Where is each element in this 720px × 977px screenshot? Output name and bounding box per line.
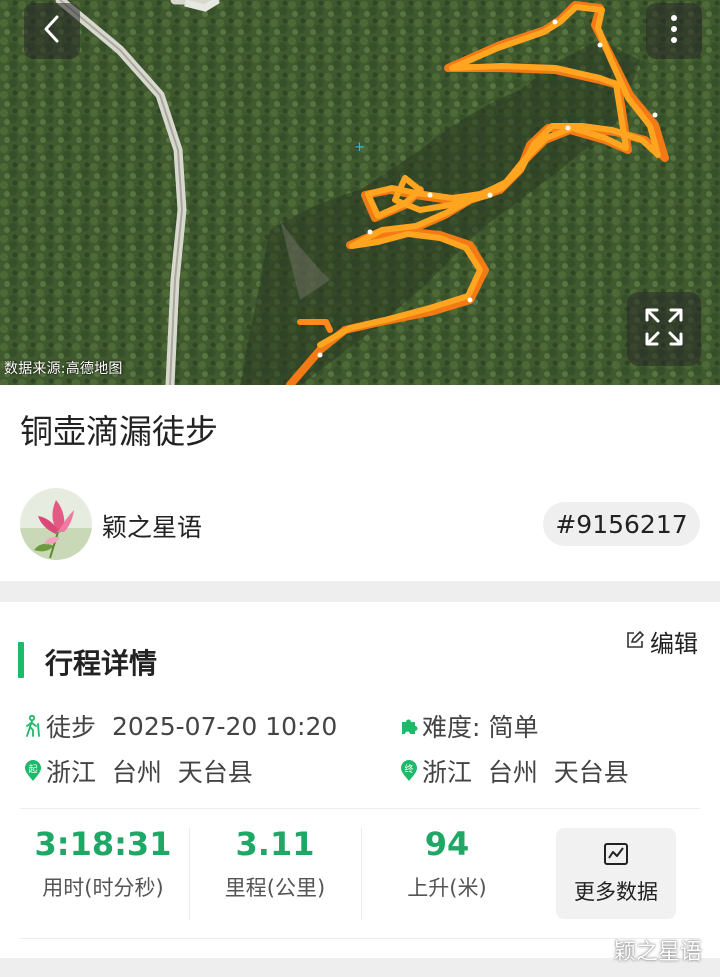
trip-header-card: 铜壶滴漏徒步 颖之星语 #9156217 xyxy=(0,385,720,581)
difficulty-value: 简单 xyxy=(488,713,539,742)
trip-detail-card: 行程详情 编辑 徒步 2025-07-20 10:20 难度: 简单 起 浙江 … xyxy=(0,602,720,958)
stat-duration: 3:18:31 用时(时分秒) xyxy=(18,825,188,902)
fullscreen-button[interactable] xyxy=(627,292,701,366)
back-button[interactable] xyxy=(24,3,80,59)
back-icon xyxy=(41,14,63,48)
more-data-button[interactable]: 更多数据 xyxy=(556,828,676,919)
trip-detail-page: + 数据来源:高德地图 铜壶滴漏徒步 颖之星语 #9156217 行程详情 编辑… xyxy=(0,0,720,977)
stat-distance: 3.11 里程(公里) xyxy=(190,825,360,902)
end-location: 浙江 台州 天台县 xyxy=(422,758,629,787)
author-name[interactable]: 颖之星语 xyxy=(102,508,202,544)
stat-ascent: 94 上升(米) xyxy=(362,825,532,902)
chart-icon xyxy=(603,842,629,870)
stat-value: 3:18:31 xyxy=(34,825,172,863)
section-title: 行程详情 xyxy=(45,647,158,680)
svg-text:+: + xyxy=(354,140,365,155)
trip-title: 铜壶滴漏徒步 xyxy=(20,412,218,451)
edit-icon xyxy=(626,630,645,653)
stat-value: 94 xyxy=(424,825,470,863)
section-accent-bar xyxy=(18,642,24,678)
start-location: 浙江 台州 天台县 xyxy=(46,758,253,787)
start-location-info: 起 浙江 台州 天台县 xyxy=(22,753,253,789)
activity-datetime: 2025-07-20 10:20 xyxy=(112,711,338,741)
svg-text:终: 终 xyxy=(404,763,413,775)
stat-label: 用时(时分秒) xyxy=(42,875,164,900)
svg-text:起: 起 xyxy=(28,764,37,775)
start-marker-icon: 起 xyxy=(22,760,44,782)
stat-label: 里程(公里) xyxy=(224,875,326,900)
edit-label: 编辑 xyxy=(650,630,698,658)
puzzle-icon xyxy=(398,715,420,737)
more-data-label: 更多数据 xyxy=(574,879,658,904)
stat-label: 上升(米) xyxy=(407,875,487,900)
map-source-label: 数据来源:高德地图 xyxy=(4,361,123,377)
end-location-info: 终 浙江 台州 天台县 xyxy=(398,753,629,789)
activity-info: 徒步 2025-07-20 10:20 xyxy=(22,708,337,744)
avatar[interactable] xyxy=(20,488,92,560)
divider xyxy=(20,938,700,939)
activity-type: 徒步 xyxy=(46,713,97,742)
more-icon xyxy=(670,14,678,48)
more-options-button[interactable] xyxy=(646,3,702,59)
stat-value: 3.11 xyxy=(235,825,315,863)
difficulty-label: 难度: xyxy=(422,713,481,742)
difficulty-info: 难度: 简单 xyxy=(398,708,538,744)
trip-id-badge: #9156217 xyxy=(543,502,700,546)
fullscreen-icon xyxy=(643,306,685,352)
end-marker-icon: 终 xyxy=(398,760,420,782)
hiking-icon xyxy=(22,715,44,737)
edit-button[interactable]: 编辑 xyxy=(626,624,698,659)
map-terrain: + xyxy=(0,0,720,385)
divider xyxy=(20,808,700,809)
track-map[interactable]: + 数据来源:高德地图 xyxy=(0,0,720,385)
watermark: 颖之星语 xyxy=(614,940,703,965)
